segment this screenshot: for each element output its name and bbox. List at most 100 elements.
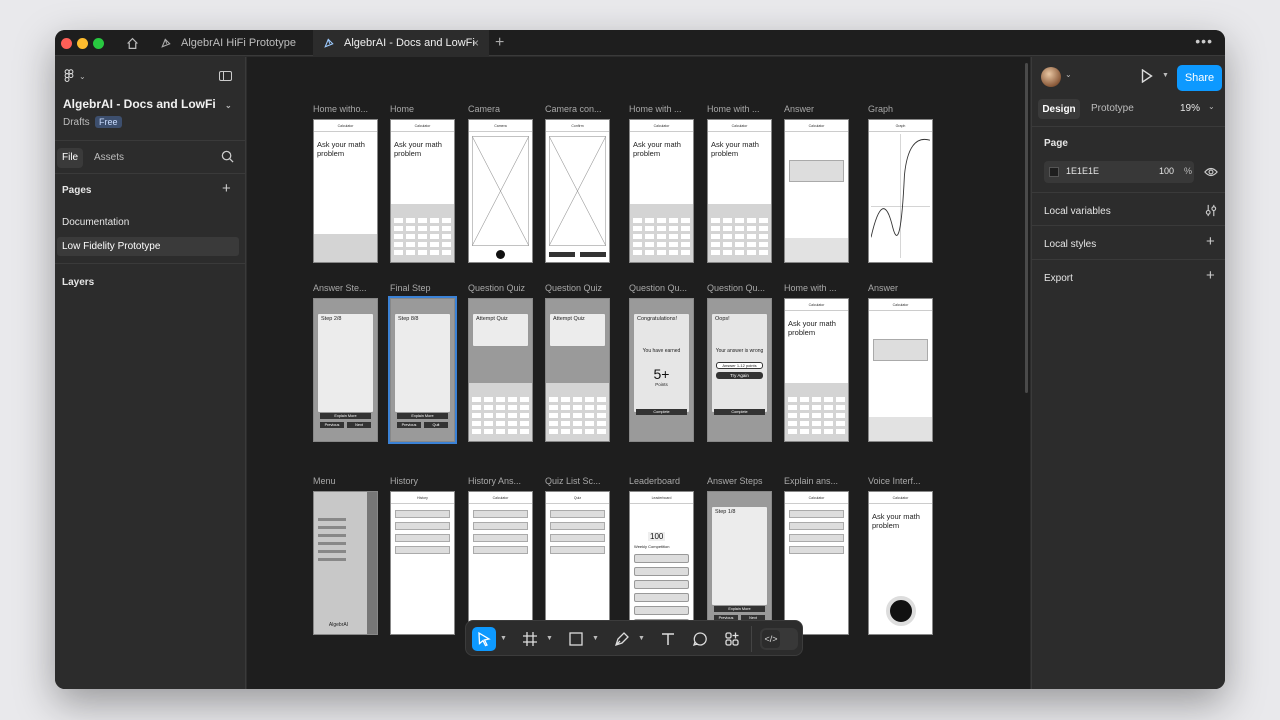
wireframe-frame[interactable]: History (390, 491, 455, 635)
tab-design[interactable]: Design (1038, 99, 1080, 119)
frame-label[interactable]: Home witho... (313, 104, 379, 114)
wireframe-frame[interactable]: AlgebrAI (313, 491, 378, 635)
wireframe-frame[interactable]: Attempt Quiz (468, 298, 533, 442)
zoom-level[interactable]: 19% (1180, 103, 1200, 114)
file-location[interactable]: Drafts (63, 117, 90, 128)
more-options-icon[interactable]: ••• (1195, 33, 1213, 49)
wireframe-frame[interactable]: Quiz (545, 491, 610, 635)
comment-tool-button[interactable] (688, 627, 712, 651)
wireframe-frame[interactable]: Calculator (784, 119, 849, 263)
chevron-down-icon[interactable]: ▼ (546, 635, 553, 642)
minimize-window-button[interactable] (77, 38, 88, 49)
frame-label[interactable]: Home with ... (707, 104, 773, 114)
tab-prototype[interactable]: Prototype (1091, 103, 1134, 114)
close-tab-icon[interactable]: × (472, 36, 479, 50)
frame-label[interactable]: Answer (868, 283, 934, 293)
wireframe-frame[interactable]: Calculator Ask your math problem (784, 298, 849, 442)
frame-label[interactable]: Explain ans... (784, 476, 850, 486)
avatar[interactable] (1041, 67, 1061, 87)
wireframe-frame[interactable]: Attempt Quiz (545, 298, 610, 442)
eye-icon[interactable] (1204, 165, 1218, 183)
frame-label[interactable]: Menu (313, 476, 379, 486)
page-item-documentation[interactable]: Documentation (62, 214, 240, 232)
frame-label[interactable]: Final Step (390, 283, 456, 293)
layers-heading[interactable]: Layers (62, 277, 94, 288)
share-button[interactable]: Share (1177, 65, 1222, 91)
frame-label[interactable]: Leaderboard (629, 476, 695, 486)
local-styles-heading[interactable]: Local styles (1044, 239, 1096, 250)
frame-label[interactable]: Home (390, 104, 456, 114)
pen-tool-button[interactable] (610, 627, 634, 651)
export-heading[interactable]: Export (1044, 273, 1073, 284)
shape-tool-button[interactable] (564, 627, 588, 651)
wireframe-frame[interactable]: Step 8/8 Explain More Previous Quit (388, 296, 457, 444)
frame-label[interactable]: Answer (784, 104, 850, 114)
present-icon[interactable] (1140, 68, 1153, 88)
wireframe-frame[interactable]: Graph (868, 119, 933, 263)
frame-label[interactable]: Answer Steps (707, 476, 773, 486)
frame-label[interactable]: History (390, 476, 456, 486)
wireframe-frame[interactable]: Calculator (868, 298, 933, 442)
frame-label[interactable]: Question Qu... (629, 283, 695, 293)
frame-label[interactable]: Voice Interf... (868, 476, 934, 486)
actions-tool-button[interactable] (720, 627, 744, 651)
new-tab-icon[interactable]: + (495, 34, 504, 52)
frame-label[interactable]: Home with ... (784, 283, 850, 293)
frame-label[interactable]: Home with ... (629, 104, 695, 114)
close-window-button[interactable] (61, 38, 72, 49)
zoom-window-button[interactable] (93, 38, 104, 49)
add-page-icon[interactable]: + (222, 180, 231, 197)
wireframe-frame[interactable]: Step 2/8 Explain More Previous Next (313, 298, 378, 442)
tab-file[interactable]: File (57, 148, 83, 168)
tab-docs-lowfi[interactable]: AlgebrAI - Docs and LowFi × (313, 30, 489, 56)
home-icon[interactable] (121, 30, 143, 56)
frame-label[interactable]: Answer Ste... (313, 283, 379, 293)
wireframe-frame[interactable]: Leaderboard 100 Weekly Competition (629, 491, 694, 635)
tab-hifi-prototype[interactable]: AlgebrAI HiFi Prototype (150, 30, 310, 56)
canvas[interactable]: Home witho... Calculator Ask your math pro… (247, 57, 1030, 689)
search-icon[interactable] (221, 150, 234, 168)
frame-label[interactable]: Camera con... (545, 104, 611, 114)
chevron-down-icon[interactable]: ▼ (1162, 72, 1169, 79)
frame-label[interactable]: Camera (468, 104, 534, 114)
page-color-field[interactable]: 1E1E1E 100 % (1044, 161, 1194, 183)
frame-label[interactable]: Question Qu... (707, 283, 773, 293)
frame-label[interactable]: Question Quiz (545, 283, 611, 293)
main-menu-button[interactable]: ⌄ (63, 69, 86, 83)
wireframe-frame[interactable]: Congratulations! You have earned 5+ Points C… (629, 298, 694, 442)
wireframe-frame[interactable]: Calculator Ask your math problem (313, 119, 378, 263)
frame-label[interactable]: Question Quiz (468, 283, 534, 293)
wireframe-frame[interactable]: Oops! Your answer is wrong Answer 1-12 poi… (707, 298, 772, 442)
wireframe-frame[interactable]: Calculator Ask your math problem (390, 119, 455, 263)
wireframe-frame[interactable]: Camera (468, 119, 533, 263)
chevron-down-icon[interactable]: ⌄ (1065, 70, 1072, 79)
wireframe-frame[interactable]: Step 1/8 Explain More Previous Next (707, 491, 772, 635)
page-item-low-fidelity-prototype[interactable]: Low Fidelity Prototype (57, 237, 239, 256)
chevron-down-icon[interactable]: ▼ (638, 635, 645, 642)
wireframe-frame[interactable]: Calculator (784, 491, 849, 635)
move-tool-button[interactable] (472, 627, 496, 651)
local-variables-heading[interactable]: Local variables (1044, 206, 1111, 217)
add-style-icon[interactable]: + (1206, 233, 1215, 250)
frame-label[interactable]: Graph (868, 104, 934, 114)
wireframe-frame[interactable]: Calculator (468, 491, 533, 635)
variables-icon[interactable] (1205, 204, 1217, 222)
color-swatch[interactable] (1049, 167, 1059, 177)
wireframe-frame[interactable]: Confirm (545, 119, 610, 263)
frame-label[interactable]: Quiz List Sc... (545, 476, 611, 486)
canvas-scrollbar[interactable] (1025, 63, 1028, 393)
wireframe-frame[interactable]: Calculator Ask your math problem (629, 119, 694, 263)
wireframe-frame[interactable]: Calculator Ask your math problem (707, 119, 772, 263)
frame-tool-button[interactable] (518, 627, 542, 651)
wireframe-frame[interactable]: Calculator Ask your math problem (868, 491, 933, 635)
chevron-down-icon[interactable]: ⌄ (1208, 102, 1215, 111)
chevron-down-icon[interactable]: ▼ (592, 635, 599, 642)
frame-label[interactable]: History Ans... (468, 476, 534, 486)
file-name[interactable]: AlgebrAI - Docs and LowFi ⌄ (63, 97, 232, 111)
text-tool-button[interactable] (656, 627, 680, 651)
add-export-icon[interactable]: + (1206, 267, 1215, 284)
tab-assets[interactable]: Assets (94, 152, 124, 163)
dev-mode-toggle[interactable]: </> (760, 628, 798, 650)
toggle-sidebar-icon[interactable] (219, 71, 232, 81)
chevron-down-icon[interactable]: ▼ (500, 635, 507, 642)
